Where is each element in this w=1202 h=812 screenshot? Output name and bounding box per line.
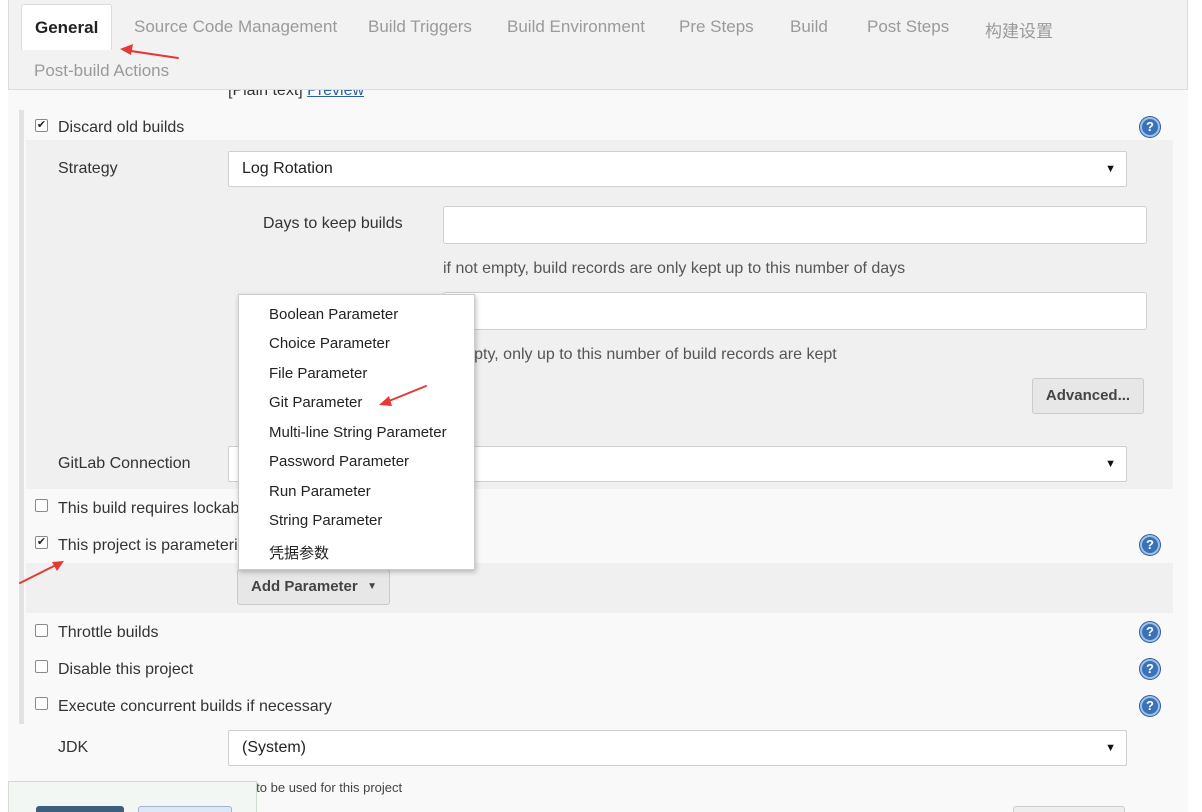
annotation-arrowhead — [379, 396, 392, 406]
annotation-arrowhead — [120, 44, 133, 55]
annotation-arrow-general-tab — [123, 49, 179, 59]
annotation-arrow-parameterized — [19, 562, 61, 584]
annotation-arrows — [19, 44, 427, 584]
